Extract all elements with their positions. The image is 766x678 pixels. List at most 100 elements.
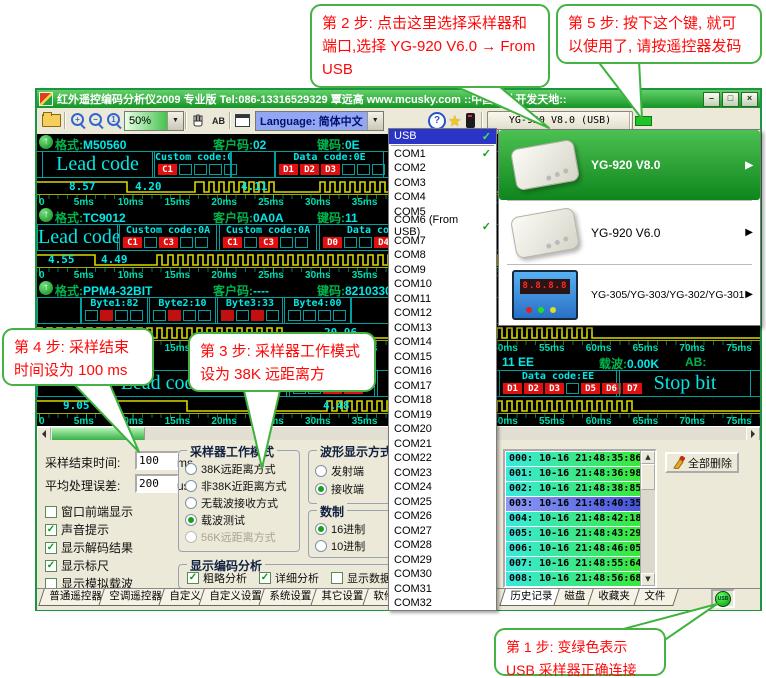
history-item[interactable]: 003: 10-16 21:48:40:35 bbox=[506, 497, 640, 511]
com-port-item[interactable]: COM11 bbox=[389, 292, 496, 307]
scroll-up-button[interactable]: ▲ bbox=[641, 451, 655, 464]
radio-option[interactable]: 载波测试 bbox=[185, 512, 245, 528]
display-option-checkbox[interactable]: ✓声音提示 bbox=[45, 521, 109, 538]
scroll-left-button[interactable] bbox=[37, 427, 51, 441]
checkbox-label: 详细分析 bbox=[275, 570, 319, 586]
sample-end-input[interactable] bbox=[135, 451, 179, 470]
com-port-item[interactable]: COM15 bbox=[389, 350, 496, 365]
radio-option[interactable]: 非38K近距离方式 bbox=[185, 478, 287, 494]
com-port-item[interactable]: COM24 bbox=[389, 480, 496, 495]
ruler-tick-label: 75ms bbox=[726, 416, 752, 426]
capture-up-icon[interactable]: ↑ bbox=[39, 208, 53, 222]
com-port-item[interactable]: COM25 bbox=[389, 495, 496, 510]
zoom-out-button[interactable]: − bbox=[88, 111, 105, 130]
com-port-item[interactable]: COM26 bbox=[389, 509, 496, 524]
scroll-down-button[interactable]: ▼ bbox=[641, 573, 655, 586]
zoom-reset-button[interactable]: 1 bbox=[106, 111, 123, 130]
com-port-label: COM32 bbox=[394, 597, 432, 609]
com-port-item[interactable]: COM20 bbox=[389, 422, 496, 437]
history-item[interactable]: 000: 10-16 21:48:35:86 bbox=[506, 452, 640, 466]
display-option-checkbox[interactable]: ✓显示标尺 bbox=[45, 557, 109, 574]
com-port-item[interactable]: COM12 bbox=[389, 306, 496, 321]
com-port-item[interactable]: COM16 bbox=[389, 364, 496, 379]
pan-hand-button[interactable] bbox=[190, 111, 206, 130]
scrollbar-thumb[interactable] bbox=[641, 464, 655, 490]
avg-error-input[interactable] bbox=[135, 474, 179, 493]
display-option-checkbox[interactable]: ✓显示解码结果 bbox=[45, 539, 133, 556]
com-port-item[interactable]: COM27 bbox=[389, 524, 496, 539]
capture-up-icon[interactable]: ↑ bbox=[39, 281, 53, 295]
history-item[interactable]: 001: 10-16 21:48:36:98 bbox=[506, 467, 640, 481]
history-item[interactable]: 007: 10-16 21:48:55:64 bbox=[506, 557, 640, 571]
com-port-item[interactable]: COM13 bbox=[389, 321, 496, 336]
com-port-item[interactable]: COM3 bbox=[389, 176, 496, 191]
maximize-button[interactable]: □ bbox=[722, 92, 739, 107]
radio-option[interactable]: 发射端 bbox=[315, 463, 364, 479]
com-port-item[interactable]: COM28 bbox=[389, 538, 496, 553]
com-port-item[interactable]: COM22 bbox=[389, 451, 496, 466]
delete-all-button[interactable]: 全部删除 bbox=[665, 452, 739, 473]
bit-cell-row bbox=[85, 310, 143, 321]
radio-option[interactable]: 10进制 bbox=[315, 538, 365, 554]
window-mode-button[interactable] bbox=[235, 111, 250, 130]
analysis-option-checkbox[interactable]: ✓详细分析 bbox=[259, 570, 319, 586]
device-item-yg305-series[interactable]: YG-305/YG-303/YG-302/YG-301 ▶ bbox=[499, 265, 760, 324]
com-port-item[interactable]: COM8 bbox=[389, 248, 496, 263]
bit-cell-row bbox=[153, 310, 211, 321]
com-port-item[interactable]: COM4 bbox=[389, 190, 496, 205]
analysis-option-checkbox[interactable]: 显示数据 bbox=[331, 570, 391, 586]
radio-option[interactable]: 接收端 bbox=[315, 481, 364, 497]
wave-segment: Data code:EED1D2D3D5D6D7 bbox=[499, 371, 617, 396]
com-port-item[interactable]: COM21 bbox=[389, 437, 496, 452]
sampler-device-button[interactable]: YG-920 V8.0 (USB) bbox=[487, 111, 633, 130]
scroll-right-button[interactable] bbox=[746, 427, 760, 441]
com-port-item[interactable]: USB✓ bbox=[389, 129, 496, 144]
capture-up-icon[interactable]: ↑ bbox=[39, 135, 53, 149]
com-port-item[interactable]: COM19 bbox=[389, 408, 496, 423]
com-port-item[interactable]: COM9 bbox=[389, 263, 496, 278]
history-scrollbar[interactable]: ▲ ▼ bbox=[640, 451, 655, 586]
com-port-item[interactable]: COM31 bbox=[389, 582, 496, 597]
com-port-item[interactable]: COM30 bbox=[389, 567, 496, 582]
chevron-down-icon[interactable]: ▼ bbox=[367, 112, 383, 130]
minimize-button[interactable]: – bbox=[703, 92, 720, 107]
com-port-label: COM27 bbox=[394, 525, 432, 537]
com-port-item[interactable]: COM10 bbox=[389, 277, 496, 292]
chevron-down-icon[interactable]: ▼ bbox=[167, 112, 183, 130]
radio-option[interactable]: 16进制 bbox=[315, 521, 365, 537]
device-item-yg920-v6[interactable]: YG-920 V6.0 ▶ bbox=[499, 201, 760, 264]
history-item[interactable]: 005: 10-16 21:48:43:29 bbox=[506, 527, 640, 541]
measure-ab-button[interactable]: AB bbox=[209, 111, 228, 130]
history-list[interactable]: 000: 10-16 21:48:35:86001: 10-16 21:48:3… bbox=[503, 449, 657, 588]
history-item[interactable]: 006: 10-16 21:48:46:05 bbox=[506, 542, 640, 556]
com-port-item[interactable]: COM17 bbox=[389, 379, 496, 394]
language-select[interactable]: Language: 简体中文 ▼ bbox=[255, 111, 384, 130]
history-item[interactable]: 004: 10-16 21:48:42:18 bbox=[506, 512, 640, 526]
radio-icon bbox=[315, 465, 327, 477]
com-port-item[interactable]: COM1✓ bbox=[389, 147, 496, 162]
com-port-item[interactable]: COM23 bbox=[389, 466, 496, 481]
zoom-level-select[interactable]: 50% ▼ bbox=[124, 111, 184, 130]
com-port-item[interactable]: COM2 bbox=[389, 161, 496, 176]
radio-label: 无载波接收方式 bbox=[201, 495, 278, 511]
analysis-option-checkbox[interactable]: ✓粗略分析 bbox=[187, 570, 247, 586]
remote-icon bbox=[466, 113, 475, 128]
open-file-button[interactable] bbox=[42, 111, 61, 130]
start-key[interactable] bbox=[635, 111, 652, 130]
com-port-item[interactable]: COM32 bbox=[389, 596, 496, 611]
com-port-item[interactable]: COM14 bbox=[389, 335, 496, 350]
history-item[interactable]: 002: 10-16 21:48:38:85 bbox=[506, 482, 640, 496]
zoom-in-button[interactable]: + bbox=[70, 111, 87, 130]
tab-right-4[interactable]: 文件 bbox=[633, 589, 679, 606]
scrollbar-thumb[interactable] bbox=[51, 427, 145, 441]
bit-badge: D3 bbox=[321, 164, 340, 175]
com-port-item[interactable]: COM6 (From USB)✓ bbox=[389, 219, 496, 234]
radio-option[interactable]: 无载波接收方式 bbox=[185, 495, 278, 511]
display-option-checkbox[interactable]: 窗口前端显示 bbox=[45, 503, 133, 520]
radio-option[interactable]: 38K远距离方式 bbox=[185, 461, 276, 477]
com-port-item[interactable]: COM18 bbox=[389, 393, 496, 408]
history-item[interactable]: 008: 10-16 21:48:56:68 bbox=[506, 572, 640, 586]
close-button[interactable]: × bbox=[741, 92, 758, 107]
com-port-item[interactable]: COM29 bbox=[389, 553, 496, 568]
device-item-yg920-v8[interactable]: YG-920 V8.0 ▶ bbox=[499, 130, 760, 200]
